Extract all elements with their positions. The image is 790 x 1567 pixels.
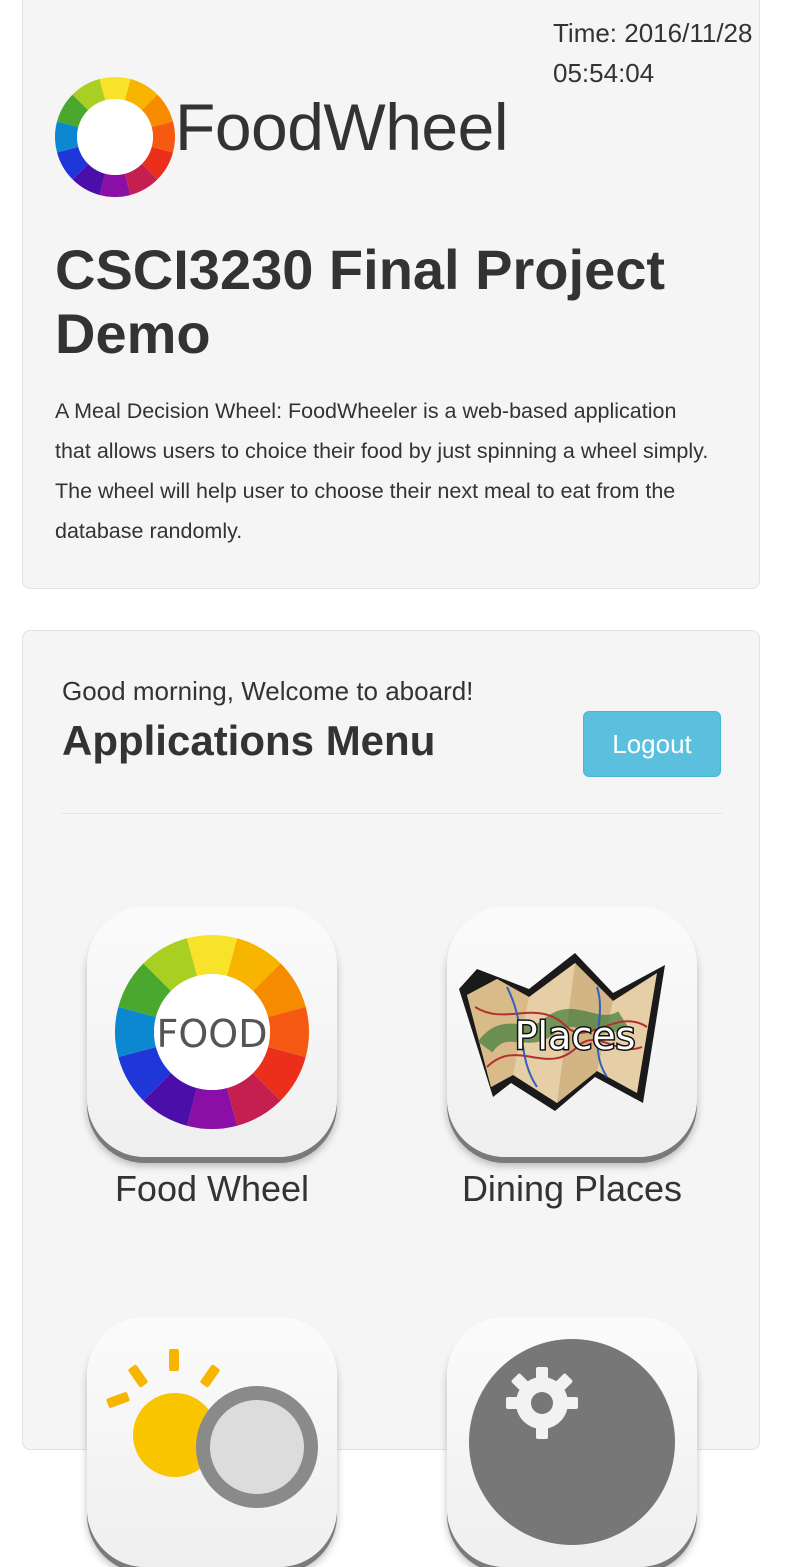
weather-icon	[106, 1349, 318, 1508]
applications-menu-panel: Good morning, Welcome to aboard! Applica…	[22, 630, 760, 1567]
project-description: A Meal Decision Wheel: FoodWheeler is a …	[55, 399, 709, 543]
greeting-text: Good morning, Welcome to aboard!	[62, 676, 474, 706]
logout-button[interactable]: Logout	[583, 711, 721, 777]
clock-date: Time: 2016/11/28	[553, 18, 753, 48]
app-label-food-wheel[interactable]: Food Wheel	[62, 1167, 362, 1211]
food-wheel-icon-text: FOOD	[157, 1012, 268, 1056]
app-tile-food-wheel[interactable]: FOOD	[87, 907, 337, 1157]
app-tile-weather[interactable]	[87, 1317, 337, 1567]
project-title: CSCI3230 Final Project Demo	[55, 238, 666, 365]
header-panel: Time: 2016/11/28 05:54:04 FoodWheel CSCI…	[22, 0, 760, 589]
food-wheel-icon: FOOD	[115, 935, 309, 1129]
wheel-center	[77, 99, 153, 175]
settings-gear-icon	[469, 1339, 675, 1545]
clock: Time: 2016/11/28 05:54:04	[553, 13, 783, 93]
divider	[62, 813, 722, 814]
app-tile-settings[interactable]	[447, 1317, 697, 1567]
app-tile-dining-places[interactable]: Places	[447, 907, 697, 1157]
places-map-icon: Places	[459, 953, 665, 1111]
brand-name: FoodWheel	[175, 90, 509, 164]
menu-title: Applications Menu	[62, 717, 436, 764]
places-map-icon-text: Places	[515, 1014, 636, 1058]
app-label-dining-places[interactable]: Dining Places	[422, 1167, 722, 1211]
clock-time: 05:54:04	[553, 58, 655, 88]
foodwheel-logo-icon	[55, 77, 175, 197]
